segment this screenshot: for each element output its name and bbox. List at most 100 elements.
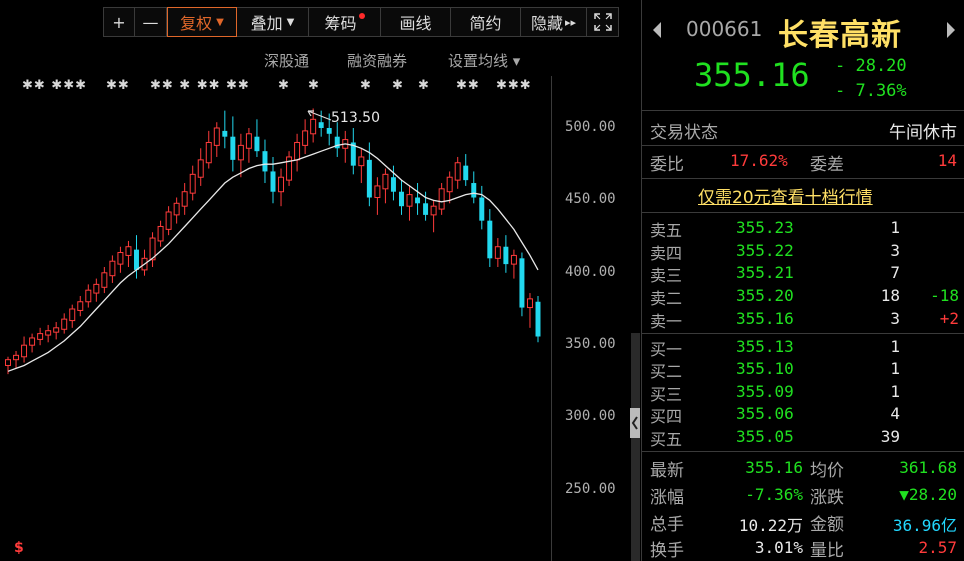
candle-body [471,183,477,198]
candle-body [423,203,429,215]
candle-body [230,136,236,160]
bid-volume: 4 [890,404,900,423]
candle-body [479,197,485,221]
candle-body [165,211,172,230]
bid-label: 买四 [650,407,683,426]
weibi-value: 17.62% [730,151,788,170]
candle-body [109,260,116,277]
candle-body [205,141,212,164]
candle-body [117,252,124,265]
latest-label: 最新 [650,461,684,481]
current-price: 355.16 [694,56,810,94]
bid-price: 355.13 [736,337,794,356]
candle-body [181,191,188,207]
chevron-left-icon [631,416,638,430]
candle-body [510,254,517,265]
bid-price: 355.05 [736,427,794,446]
candle-body [85,289,92,303]
candle-body [125,246,132,256]
expand-button[interactable] [587,7,619,37]
next-stock-icon[interactable] [944,20,958,40]
candle-body [133,249,139,270]
status-value: 午间休市 [889,123,957,143]
divider [642,333,964,334]
candle-body [69,308,76,322]
amt-label: 金额 [810,515,844,535]
ask-price: 355.16 [736,309,794,328]
candle-body [77,301,84,311]
candle-body [245,133,252,149]
candle-body [494,246,501,259]
y-axis-label: 350.00 [565,336,616,352]
y-axis-label: 250.00 [565,481,616,497]
ask-price: 355.23 [736,218,794,237]
price-change-pct: - 7.36% [835,81,907,101]
candle-body [21,344,28,358]
divider [642,212,964,213]
candle-body [5,359,11,366]
pct-label: 涨幅 [650,488,684,508]
dollar-icon[interactable]: $ [14,540,24,556]
candle-body [101,272,108,288]
prev-stock-icon[interactable] [650,20,664,40]
ask-volume: 3 [890,241,900,260]
weibi-label: 委比 [650,155,684,175]
candle-body [398,191,404,207]
stock-name: 长春高新 [778,18,902,53]
promo-link[interactable]: 仅需20元查看十档行情 [698,183,873,208]
collapse-handle[interactable] [630,408,640,438]
bid-label: 买二 [650,362,683,381]
avg-label: 均价 [810,461,844,481]
candle-body [406,194,413,207]
candle-body [93,283,100,294]
candlestick-chart[interactable] [0,0,550,561]
chg-value: ▼28.20 [899,485,957,504]
bid-label: 买三 [650,385,683,404]
bid-label: 买一 [650,340,683,359]
weicha-value: 14 [937,151,957,170]
ask-volume-change: +2 [939,309,959,328]
y-axis-label: 400.00 [565,264,616,280]
bid-price: 355.09 [736,382,794,401]
price-change: - 28.20 [835,56,907,76]
turnover-label: 换手 [650,541,684,561]
candle-body [37,333,44,340]
candle-body [526,298,533,309]
quote-panel: 000661 长春高新 355.16 - 28.20 - 7.36% 交易状态 … [641,0,964,561]
candle-body [294,141,301,161]
bid-price: 355.06 [736,404,794,423]
ask-label: 卖三 [650,266,683,285]
peak-arrow-icon [307,110,332,121]
turnover-value: 3.01% [754,538,803,557]
candle-body [503,246,509,265]
vol-value: 10.22万 [738,516,803,535]
candle-body [302,130,309,146]
candle-body [326,128,332,134]
peak-price-label: 513.50 [331,110,380,126]
amt-value: 36.96亿 [892,516,957,535]
candle-body [438,188,445,210]
ask-volume: 18 [880,286,900,305]
ask-price: 355.20 [736,286,794,305]
ask-label: 卖一 [650,312,683,331]
candle-body [13,354,20,361]
panel-scrollbar[interactable] [631,333,640,561]
candle-body [61,318,68,330]
ask-volume: 7 [890,263,900,282]
candle-body [415,197,421,204]
weicha-label: 委差 [810,155,844,175]
candle-body [454,162,461,181]
candle-body [446,176,453,193]
ask-price: 355.22 [736,241,794,260]
candle-body [519,258,525,308]
divider [642,145,964,146]
bid-volume: 1 [890,382,900,401]
candle-body [213,127,220,146]
candle-body [29,337,36,346]
candle-body [222,130,228,137]
ask-volume: 1 [890,218,900,237]
candle-body [237,144,244,161]
bid-volume: 39 [880,427,900,446]
candle-body [173,202,180,216]
ask-label: 卖二 [650,289,683,308]
